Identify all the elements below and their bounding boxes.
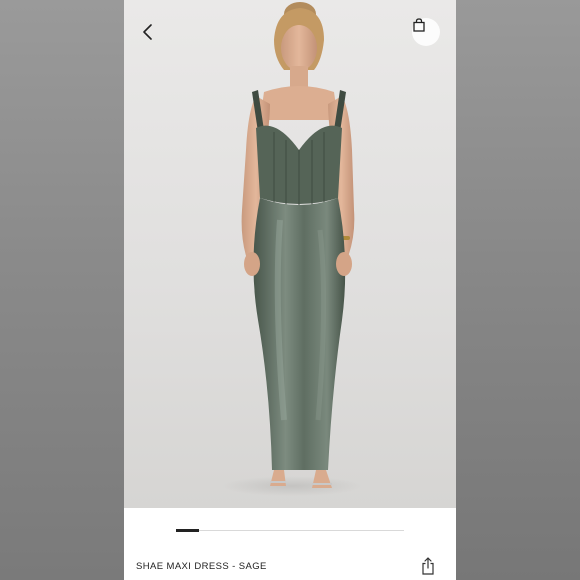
gallery-progress-indicator <box>176 529 199 532</box>
blurred-background-left <box>0 0 124 580</box>
shopping-bag-button[interactable] <box>412 18 440 46</box>
product-image[interactable] <box>124 0 456 508</box>
share-button[interactable] <box>420 556 436 576</box>
blurred-background-right <box>456 0 580 580</box>
shopping-bag-icon <box>413 18 425 32</box>
chevron-left-icon <box>143 24 152 40</box>
back-button[interactable] <box>142 24 166 48</box>
gallery-progress-track <box>176 529 404 532</box>
product-screen: SHAE MAXI DRESS - SAGE <box>124 0 456 580</box>
product-title: SHAE MAXI DRESS - SAGE <box>136 561 267 572</box>
share-icon <box>422 557 434 575</box>
product-photo-illustration <box>222 2 362 496</box>
product-info-bar: SHAE MAXI DRESS - SAGE <box>124 508 456 580</box>
